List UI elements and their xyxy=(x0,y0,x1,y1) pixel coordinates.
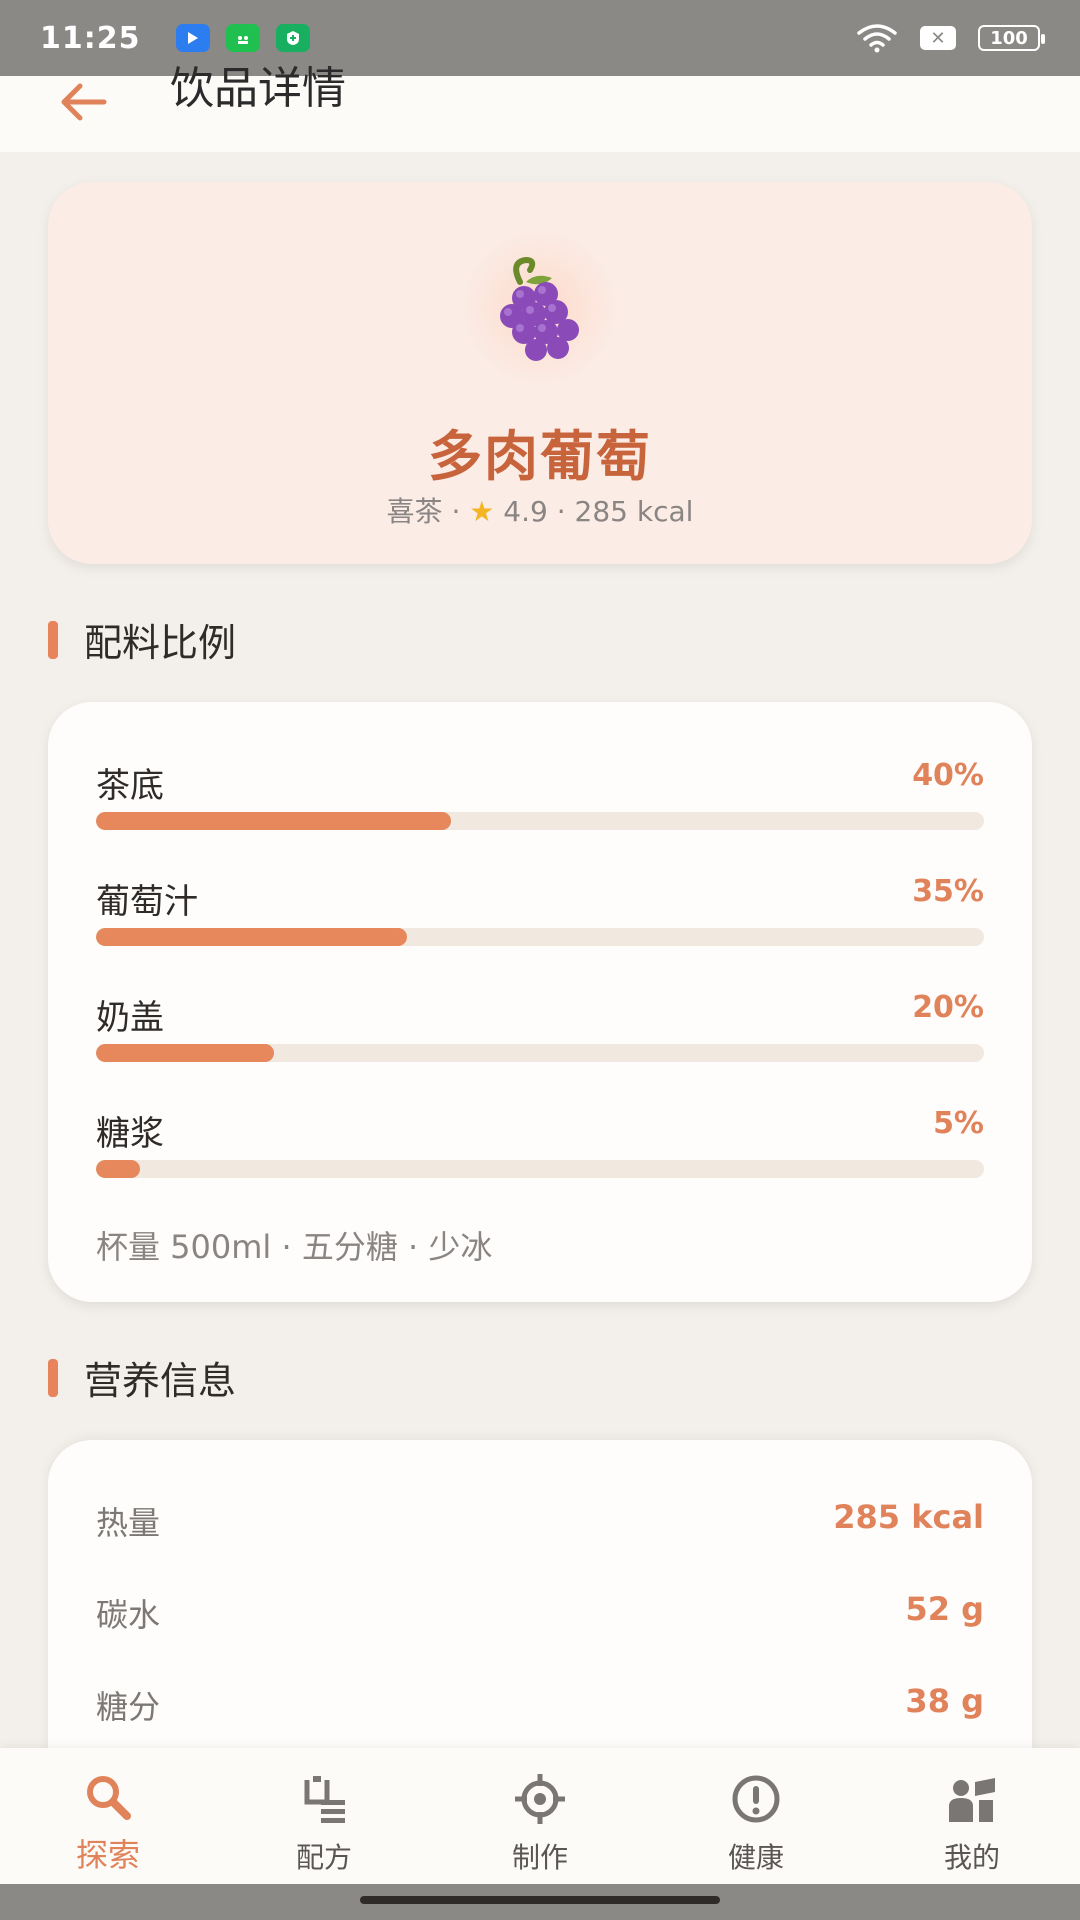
bottom-nav: 探索 配方 制作 健康 我的 xyxy=(0,1748,1080,1884)
cup-info: 杯量 500ml · 五分糖 · 少冰 xyxy=(96,1228,493,1266)
nav-label: 配方 xyxy=(295,1841,352,1874)
ingredient-progress-fill xyxy=(96,1160,141,1178)
page-title: 饮品详情 xyxy=(170,63,346,114)
app-header: 饮品详情 xyxy=(0,63,1080,152)
ingredient-progress-track xyxy=(96,1044,984,1062)
nutrition-card: 热量 285 kcal 碳水 52 g 糖分 38 g xyxy=(48,1440,1032,1770)
home-gesture-bar[interactable] xyxy=(360,1896,720,1904)
nav-item-profile[interactable]: 我的 xyxy=(864,1748,1080,1884)
grape-icon xyxy=(500,256,579,361)
star-icon: ★ xyxy=(469,495,495,528)
ingredient-progress-fill xyxy=(96,928,407,946)
separator: · xyxy=(451,495,470,528)
ingredient-progress-track xyxy=(96,1160,984,1178)
back-arrow-icon[interactable] xyxy=(58,76,110,128)
section-accent-bar xyxy=(48,620,58,659)
ingredient-progress-fill xyxy=(96,1044,274,1062)
ingredients-heading: 配料比例 xyxy=(84,621,237,665)
nutrition-value: 52 g xyxy=(905,1590,984,1628)
ingredient-name: 糖浆 xyxy=(96,1114,164,1154)
ingredient-name: 茶底 xyxy=(96,766,164,806)
ingredient-progress-track xyxy=(96,928,984,946)
drink-hero-card: 多肉葡萄 喜茶 · ★ 4.9 · 285 kcal xyxy=(48,182,1032,564)
ingredient-percent: 40% xyxy=(912,758,984,793)
shield-app-icon xyxy=(276,24,310,52)
status-time: 11:25 xyxy=(40,20,141,56)
drink-brand: 喜茶 xyxy=(386,495,443,528)
status-bar: 11:25 ✕ 100 xyxy=(0,0,1080,76)
nutrition-row: 糖分 38 g xyxy=(96,1682,984,1732)
wifi-icon xyxy=(857,24,897,53)
section-accent-bar xyxy=(48,1358,58,1397)
nav-label: 健康 xyxy=(727,1841,784,1874)
ingredients-card: 茶底 40% 葡萄汁 35% 奶盖 20% 糖浆 5% 杯量 500ml · 五… xyxy=(48,702,1032,1302)
ingredient-progress-fill xyxy=(96,812,452,830)
nutrition-label: 热量 xyxy=(96,1504,161,1542)
nutrition-label: 碳水 xyxy=(96,1596,161,1634)
ingredient-percent: 5% xyxy=(933,1106,984,1141)
nav-item-make[interactable]: 制作 xyxy=(432,1748,648,1884)
nav-label: 我的 xyxy=(943,1841,1000,1874)
ingredient-percent: 35% xyxy=(912,874,984,909)
sim-off-icon: ✕ xyxy=(920,26,956,50)
ingredient-name: 奶盖 xyxy=(96,998,164,1038)
ingredient-percent: 20% xyxy=(912,990,984,1025)
ingredient-progress-track xyxy=(96,812,984,830)
ingredient-name: 葡萄汁 xyxy=(96,882,198,922)
nutrition-heading: 营养信息 xyxy=(84,1359,237,1403)
nutrition-value: 38 g xyxy=(905,1682,984,1720)
nutrition-section-title: 营养信息 xyxy=(48,1350,236,1405)
separator: · xyxy=(556,495,575,528)
ingredients-section-title: 配料比例 xyxy=(48,612,236,667)
nutrition-value: 285 kcal xyxy=(833,1498,984,1536)
nav-item-health[interactable]: 健康 xyxy=(648,1748,864,1884)
nav-label: 探索 xyxy=(75,1836,140,1874)
bluetooth-app-icon xyxy=(176,24,210,52)
android-app-icon xyxy=(226,24,260,52)
recipe-icon xyxy=(304,1776,345,1823)
target-icon xyxy=(515,1774,565,1824)
battery-indicator: 100 xyxy=(978,25,1045,51)
nav-label: 制作 xyxy=(511,1841,568,1874)
nutrition-row: 热量 285 kcal xyxy=(96,1498,984,1548)
drink-calories: 285 kcal xyxy=(574,495,694,528)
search-icon xyxy=(87,1776,131,1820)
drink-meta: 喜茶 · ★ 4.9 · 285 kcal xyxy=(48,490,1032,530)
drink-name: 多肉葡萄 xyxy=(428,425,652,488)
profile-icon xyxy=(949,1778,995,1822)
nutrition-row: 碳水 52 g xyxy=(96,1590,984,1640)
drink-rating: 4.9 xyxy=(503,495,548,528)
nav-item-recipe[interactable]: 配方 xyxy=(216,1748,432,1884)
nav-item-explore[interactable]: 探索 xyxy=(0,1748,216,1884)
info-icon xyxy=(732,1775,780,1823)
nutrition-label: 糖分 xyxy=(96,1688,161,1726)
